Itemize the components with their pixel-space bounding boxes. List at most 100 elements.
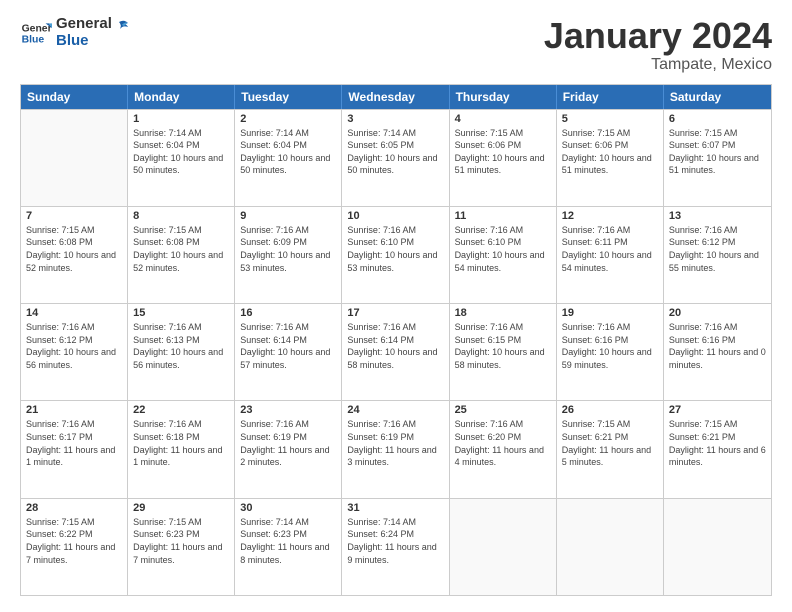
week-row-2: 14 Sunrise: 7:16 AMSunset: 6:12 PMDayligh… bbox=[21, 303, 771, 400]
day-info: Sunrise: 7:16 AMSunset: 6:20 PMDaylight:… bbox=[455, 418, 551, 468]
day-info: Sunrise: 7:15 AMSunset: 6:21 PMDaylight:… bbox=[562, 418, 658, 468]
day-info: Sunrise: 7:16 AMSunset: 6:19 PMDaylight:… bbox=[240, 418, 336, 468]
day-cell-31: 31Sunrise: 7:14 AMSunset: 6:24 PMDayligh… bbox=[342, 499, 449, 595]
day-number: 30 bbox=[240, 502, 336, 514]
day-number: 26 bbox=[562, 404, 658, 416]
logo: General Blue General Blue bbox=[20, 16, 130, 49]
logo-bird-icon bbox=[108, 17, 130, 39]
day-number: 12 bbox=[562, 210, 658, 222]
day-cell-24: 24Sunrise: 7:16 AMSunset: 6:19 PMDayligh… bbox=[342, 401, 449, 497]
day-number: 29 bbox=[133, 502, 229, 514]
day-info: Sunrise: 7:15 AMSunset: 6:21 PMDaylight:… bbox=[669, 418, 766, 468]
day-info: Sunrise: 7:16 AMSunset: 6:16 PMDaylight:… bbox=[669, 321, 766, 371]
day-cell-14: 14 Sunrise: 7:16 AMSunset: 6:12 PMDayligh… bbox=[21, 304, 128, 400]
day-cell-1: 1 Sunrise: 7:14 AMSunset: 6:04 PMDaylight… bbox=[128, 110, 235, 206]
logo-icon: General Blue bbox=[20, 17, 52, 49]
day-cell-4: 4Sunrise: 7:15 AMSunset: 6:06 PMDaylight… bbox=[450, 110, 557, 206]
day-info: Sunrise: 7:14 AMSunset: 6:23 PMDaylight:… bbox=[240, 516, 336, 566]
day-number: 25 bbox=[455, 404, 551, 416]
day-cell-26: 26 Sunrise: 7:15 AMSunset: 6:21 PMDayligh… bbox=[557, 401, 664, 497]
empty-cell bbox=[557, 499, 664, 595]
day-info: Sunrise: 7:16 AMSunset: 6:12 PMDaylight:… bbox=[26, 321, 122, 371]
day-cell-23: 23 Sunrise: 7:16 AMSunset: 6:19 PMDayligh… bbox=[235, 401, 342, 497]
day-info: Sunrise: 7:14 AMSunset: 6:05 PMDaylight:… bbox=[347, 127, 443, 177]
day-info: Sunrise: 7:16 AMSunset: 6:14 PMDaylight:… bbox=[347, 321, 443, 371]
day-info: Sunrise: 7:15 AMSunset: 6:08 PMDaylight:… bbox=[26, 224, 122, 274]
day-number: 28 bbox=[26, 502, 122, 514]
day-cell-20: 20 Sunrise: 7:16 AMSunset: 6:16 PMDayligh… bbox=[664, 304, 771, 400]
day-info: Sunrise: 7:14 AMSunset: 6:04 PMDaylight:… bbox=[133, 127, 229, 177]
day-info: Sunrise: 7:14 AMSunset: 6:24 PMDaylight:… bbox=[347, 516, 443, 566]
empty-cell bbox=[664, 499, 771, 595]
day-number: 24 bbox=[347, 404, 443, 416]
day-number: 9 bbox=[240, 210, 336, 222]
day-cell-19: 19 Sunrise: 7:16 AMSunset: 6:16 PMDayligh… bbox=[557, 304, 664, 400]
day-info: Sunrise: 7:15 AMSunset: 6:06 PMDaylight:… bbox=[562, 127, 658, 177]
day-info: Sunrise: 7:16 AMSunset: 6:17 PMDaylight:… bbox=[26, 418, 122, 468]
day-info: Sunrise: 7:16 AMSunset: 6:10 PMDaylight:… bbox=[347, 224, 443, 274]
day-info: Sunrise: 7:16 AMSunset: 6:14 PMDaylight:… bbox=[240, 321, 336, 371]
day-info: Sunrise: 7:15 AMSunset: 6:22 PMDaylight:… bbox=[26, 516, 122, 566]
day-cell-28: 28 Sunrise: 7:15 AMSunset: 6:22 PMDayligh… bbox=[21, 499, 128, 595]
day-info: Sunrise: 7:16 AMSunset: 6:11 PMDaylight:… bbox=[562, 224, 658, 274]
day-cell-6: 6 Sunrise: 7:15 AMSunset: 6:07 PMDaylight… bbox=[664, 110, 771, 206]
day-cell-5: 5 Sunrise: 7:15 AMSunset: 6:06 PMDaylight… bbox=[557, 110, 664, 206]
day-cell-7: 7 Sunrise: 7:15 AMSunset: 6:08 PMDaylight… bbox=[21, 207, 128, 303]
day-info: Sunrise: 7:16 AMSunset: 6:09 PMDaylight:… bbox=[240, 224, 336, 274]
day-cell-29: 29 Sunrise: 7:15 AMSunset: 6:23 PMDayligh… bbox=[128, 499, 235, 595]
day-number: 1 bbox=[133, 113, 229, 125]
day-number: 20 bbox=[669, 307, 766, 319]
day-number: 15 bbox=[133, 307, 229, 319]
title-block: January 2024 Tampate, Mexico bbox=[544, 16, 772, 74]
day-cell-27: 27 Sunrise: 7:15 AMSunset: 6:21 PMDayligh… bbox=[664, 401, 771, 497]
header: General Blue General Blue January 2024 T… bbox=[20, 16, 772, 74]
day-number: 16 bbox=[240, 307, 336, 319]
day-number: 5 bbox=[562, 113, 658, 125]
day-number: 18 bbox=[455, 307, 551, 319]
day-cell-16: 16 Sunrise: 7:16 AMSunset: 6:14 PMDayligh… bbox=[235, 304, 342, 400]
day-number: 13 bbox=[669, 210, 766, 222]
day-number: 27 bbox=[669, 404, 766, 416]
day-number: 22 bbox=[133, 404, 229, 416]
day-number: 7 bbox=[26, 210, 122, 222]
day-cell-2: 2Sunrise: 7:14 AMSunset: 6:04 PMDaylight… bbox=[235, 110, 342, 206]
day-cell-15: 15 Sunrise: 7:16 AMSunset: 6:13 PMDayligh… bbox=[128, 304, 235, 400]
day-cell-22: 22Sunrise: 7:16 AMSunset: 6:18 PMDayligh… bbox=[128, 401, 235, 497]
day-info: Sunrise: 7:14 AMSunset: 6:04 PMDaylight:… bbox=[240, 127, 336, 177]
day-info: Sunrise: 7:15 AMSunset: 6:23 PMDaylight:… bbox=[133, 516, 229, 566]
header-day-saturday: Saturday bbox=[664, 85, 771, 109]
day-cell-30: 30 Sunrise: 7:14 AMSunset: 6:23 PMDayligh… bbox=[235, 499, 342, 595]
header-day-friday: Friday bbox=[557, 85, 664, 109]
day-info: Sunrise: 7:15 AMSunset: 6:07 PMDaylight:… bbox=[669, 127, 766, 177]
day-cell-25: 25 Sunrise: 7:16 AMSunset: 6:20 PMDayligh… bbox=[450, 401, 557, 497]
day-info: Sunrise: 7:16 AMSunset: 6:13 PMDaylight:… bbox=[133, 321, 229, 371]
day-info: Sunrise: 7:15 AMSunset: 6:06 PMDaylight:… bbox=[455, 127, 551, 177]
day-info: Sunrise: 7:15 AMSunset: 6:08 PMDaylight:… bbox=[133, 224, 229, 274]
location-subtitle: Tampate, Mexico bbox=[544, 56, 772, 74]
calendar-header: SundayMondayTuesdayWednesdayThursdayFrid… bbox=[21, 85, 771, 109]
header-day-monday: Monday bbox=[128, 85, 235, 109]
day-number: 10 bbox=[347, 210, 443, 222]
day-info: Sunrise: 7:16 AMSunset: 6:15 PMDaylight:… bbox=[455, 321, 551, 371]
week-row-4: 28 Sunrise: 7:15 AMSunset: 6:22 PMDayligh… bbox=[21, 498, 771, 595]
logo-line2: Blue bbox=[56, 33, 112, 50]
day-number: 3 bbox=[347, 113, 443, 125]
day-number: 23 bbox=[240, 404, 336, 416]
day-info: Sunrise: 7:16 AMSunset: 6:16 PMDaylight:… bbox=[562, 321, 658, 371]
day-number: 14 bbox=[26, 307, 122, 319]
header-day-tuesday: Tuesday bbox=[235, 85, 342, 109]
month-title: January 2024 bbox=[544, 16, 772, 56]
day-cell-3: 3 Sunrise: 7:14 AMSunset: 6:05 PMDaylight… bbox=[342, 110, 449, 206]
day-cell-11: 11Sunrise: 7:16 AMSunset: 6:10 PMDayligh… bbox=[450, 207, 557, 303]
day-number: 17 bbox=[347, 307, 443, 319]
logo-line1: General bbox=[56, 16, 112, 33]
day-info: Sunrise: 7:16 AMSunset: 6:12 PMDaylight:… bbox=[669, 224, 766, 274]
day-cell-9: 9 Sunrise: 7:16 AMSunset: 6:09 PMDaylight… bbox=[235, 207, 342, 303]
day-number: 19 bbox=[562, 307, 658, 319]
day-cell-13: 13 Sunrise: 7:16 AMSunset: 6:12 PMDayligh… bbox=[664, 207, 771, 303]
day-cell-17: 17 Sunrise: 7:16 AMSunset: 6:14 PMDayligh… bbox=[342, 304, 449, 400]
day-number: 6 bbox=[669, 113, 766, 125]
empty-cell bbox=[21, 110, 128, 206]
header-day-thursday: Thursday bbox=[450, 85, 557, 109]
day-cell-10: 10 Sunrise: 7:16 AMSunset: 6:10 PMDayligh… bbox=[342, 207, 449, 303]
